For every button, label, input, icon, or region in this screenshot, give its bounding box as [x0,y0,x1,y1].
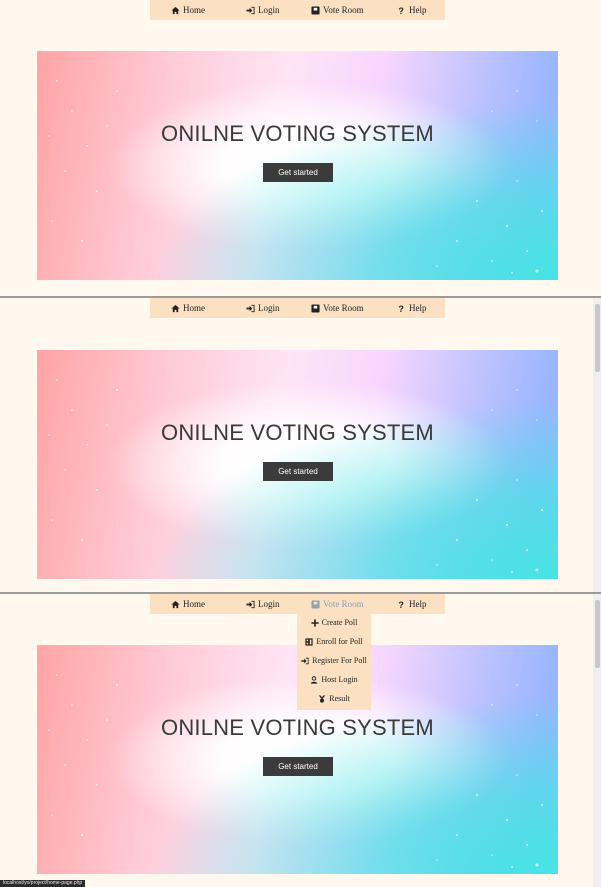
scrollbar[interactable] [593,594,601,887]
sign-in-icon [246,6,255,14]
nav-home[interactable]: Home [171,298,205,318]
sign-in-icon [301,657,309,664]
top-nav: Home Login Vote Room ? Help [150,298,445,318]
home-icon [171,304,180,312]
question-icon: ? [398,600,404,609]
nav-login[interactable]: Login [246,594,280,614]
nav-help[interactable]: ? Help [397,298,427,318]
home-icon [171,600,180,608]
question-icon: ? [398,6,404,15]
nav-login[interactable]: Login [246,298,280,318]
hero-banner: ONILNE VOTING SYSTEM Get started [37,350,558,579]
user-icon [311,675,318,684]
medal-icon [319,694,326,703]
sign-in-icon [246,600,255,608]
nav-help-label: Help [409,5,427,15]
nav-home[interactable]: Home [171,594,205,614]
nav-help-label: Help [409,599,427,609]
nav-vote-room[interactable]: Vote Room [311,298,364,318]
dropdown-item-label: Create Poll [321,618,358,627]
hero-banner: ONILNE VOTING SYSTEM Get started [37,51,558,280]
dropdown-item-label: Host Login [321,675,358,684]
nav-vote-room-label: Vote Room [323,599,364,609]
nav-help[interactable]: ? Help [397,0,427,20]
ballot-box-icon [311,599,320,609]
get-started-button[interactable]: Get started [263,462,333,481]
nav-help[interactable]: ? Help [397,594,427,614]
hero-title: ONILNE VOTING SYSTEM [161,715,434,740]
nav-help-label: Help [409,303,427,313]
dropdown-item-label: Result [329,694,350,703]
top-nav: Home Login Vote Room ? Help [150,0,445,20]
nav-vote-room-label: Vote Room [323,303,364,313]
plus-icon [311,618,319,627]
scrollbar-thumb[interactable] [595,304,600,372]
screen-scrollbar: Home Login Vote Room ? Help ONILNE VOTIN… [0,298,601,592]
nav-login[interactable]: Login [246,0,280,20]
nav-home-label: Home [183,5,205,15]
top-nav: Home Login Vote Room ? Help [150,594,445,614]
dropdown-item-enroll-for-poll[interactable]: Enroll for Poll [297,632,371,651]
nav-home[interactable]: Home [171,0,205,20]
nav-vote-room[interactable]: Vote Room [311,0,364,20]
ballot-icon [305,637,313,646]
svg-text:?: ? [398,600,404,609]
status-bar-url: localhost/yo/project/home-page.php [0,880,86,887]
nav-login-label: Login [258,599,280,609]
nav-login-label: Login [258,5,280,15]
vote-room-dropdown: Create Poll Enroll for Poll Register For… [297,613,371,710]
hero-title: ONILNE VOTING SYSTEM [161,420,434,445]
scrollbar[interactable] [593,298,601,592]
dropdown-item-register-for-poll[interactable]: Register For Poll [297,651,371,670]
nav-home-label: Home [183,599,205,609]
hero-title: ONILNE VOTING SYSTEM [161,121,434,146]
get-started-button[interactable]: Get started [263,757,333,776]
dropdown-item-host-login[interactable]: Host Login [297,670,371,689]
dropdown-item-label: Enroll for Poll [316,637,363,646]
screen-default: Home Login Vote Room ? Help ONILNE VOTIN… [0,0,601,296]
svg-text:?: ? [398,304,404,313]
get-started-button[interactable]: Get started [263,163,333,182]
scrollbar-thumb[interactable] [595,600,600,668]
nav-login-label: Login [258,303,280,313]
sign-in-icon [246,304,255,312]
ballot-box-icon [311,303,320,313]
dropdown-item-label: Register For Poll [312,656,367,665]
nav-vote-room[interactable]: Vote Room [311,594,364,614]
svg-text:?: ? [398,6,404,15]
dropdown-item-create-poll[interactable]: Create Poll [297,613,371,632]
ballot-box-icon [311,5,320,15]
nav-home-label: Home [183,303,205,313]
dropdown-item-result[interactable]: Result [297,689,371,708]
question-icon: ? [398,304,404,313]
nav-vote-room-label: Vote Room [323,5,364,15]
home-icon [171,6,180,14]
